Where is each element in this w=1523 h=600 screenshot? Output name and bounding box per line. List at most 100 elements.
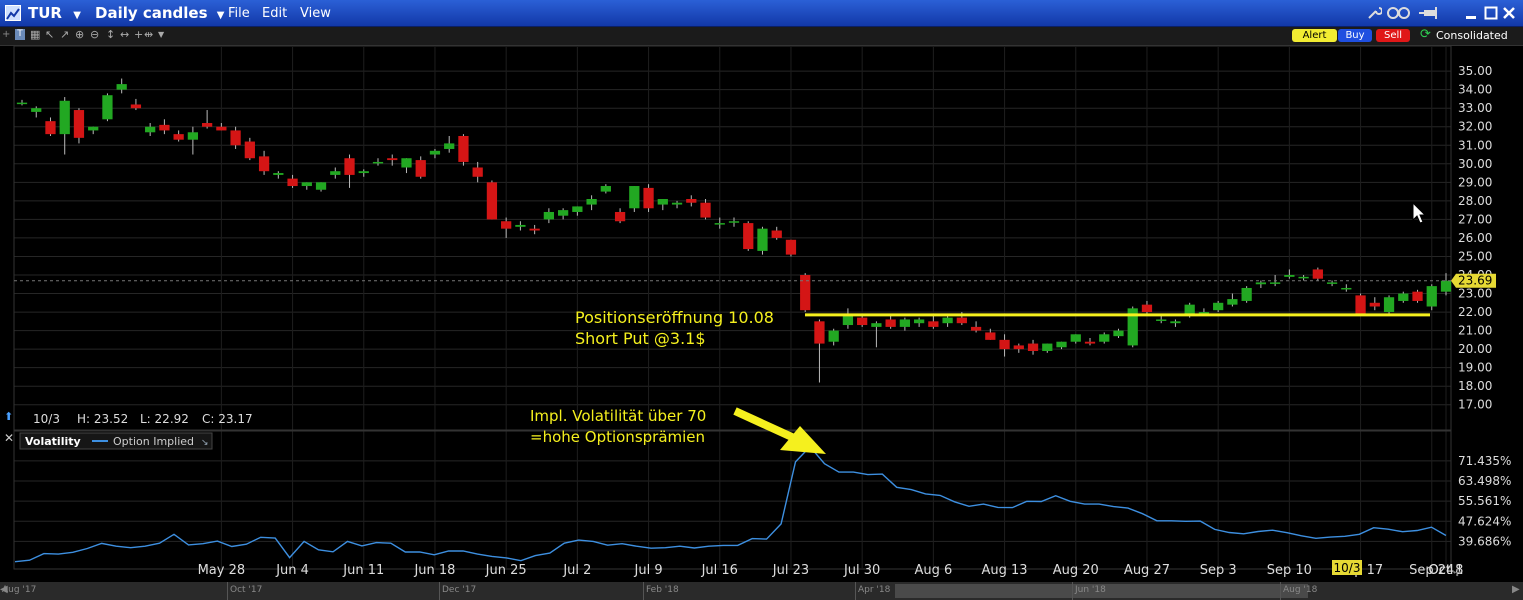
symbol-selector[interactable]: TUR ▼ xyxy=(28,4,81,22)
date-tick-label: Jul 30 xyxy=(843,563,880,578)
menu-edit[interactable]: Edit xyxy=(262,6,287,21)
timeline-label: Oct '17 xyxy=(230,585,263,595)
date-tick-label: Jul 2 xyxy=(562,563,591,578)
text-tool-icon[interactable]: T xyxy=(15,29,25,40)
menu-file[interactable]: File xyxy=(228,6,250,21)
annotation-high-premium: =hohe Optionsprämien xyxy=(530,428,705,446)
info-marker-icon: ⬆ xyxy=(4,410,13,423)
more-icon[interactable]: ▼ xyxy=(158,30,164,39)
annotation-short-put: Short Put @3.1$ xyxy=(575,329,706,348)
wrench-icon[interactable] xyxy=(1366,5,1383,25)
link-icon[interactable] xyxy=(1386,5,1412,25)
price-axis-labels: 17.0018.0019.0020.0021.0022.0023.0024.00… xyxy=(1458,64,1492,412)
candle-body xyxy=(1355,295,1366,314)
candle-body xyxy=(458,135,469,162)
chart-type-label: Daily candles xyxy=(95,4,208,22)
date-tick-label: Jun 4 xyxy=(275,563,309,578)
app-icon xyxy=(5,5,21,21)
candle-body xyxy=(771,230,782,238)
candle-body xyxy=(1312,269,1323,279)
price-tick-label: 34.00 xyxy=(1458,83,1492,97)
fit-icon[interactable]: ⇹ xyxy=(144,28,153,41)
candle-body xyxy=(1198,312,1210,314)
last-price-tag: 23.69 xyxy=(1451,273,1496,288)
candle-body xyxy=(1141,304,1153,313)
zoom-in-icon[interactable]: ⊕ xyxy=(75,28,84,41)
candle-body xyxy=(899,319,911,327)
candle-body xyxy=(714,223,725,225)
timeline-label: Feb '18 xyxy=(646,585,679,595)
candle-body xyxy=(301,182,312,187)
candle-body xyxy=(1227,299,1238,305)
candle-body xyxy=(59,100,70,135)
scroll-horizontal-icon[interactable]: ↔ xyxy=(120,28,129,41)
cross-icon[interactable]: + xyxy=(134,28,143,41)
date-tag-label: 10/3 xyxy=(1334,561,1361,575)
menu-view[interactable]: View xyxy=(300,6,331,21)
timeline-label: Aug '17 xyxy=(2,585,37,595)
candle-body xyxy=(501,221,512,229)
candle-body xyxy=(1241,287,1252,301)
zoom-out-icon[interactable]: ⊖ xyxy=(90,28,99,41)
candle-body xyxy=(785,239,797,255)
candle-body xyxy=(515,224,526,227)
volatility-tick-label: 47.624% xyxy=(1458,514,1511,528)
refresh-icon[interactable]: ⟳ xyxy=(1420,27,1431,42)
pointer-icon[interactable]: ↗ xyxy=(60,28,69,41)
wrench-svg xyxy=(1368,7,1383,19)
timeline-tick xyxy=(1280,582,1281,600)
buy-button[interactable]: Buy xyxy=(1338,29,1372,42)
date-tick-label: Aug 27 xyxy=(1124,563,1170,578)
close-icon[interactable] xyxy=(1502,5,1516,19)
candle-body xyxy=(743,223,754,250)
candle-body xyxy=(857,317,868,326)
legend-settings-icon[interactable]: ↘ xyxy=(201,438,209,448)
sell-button[interactable]: Sell xyxy=(1376,29,1410,42)
candle-body xyxy=(629,186,640,209)
candle-body xyxy=(1170,321,1181,324)
alert-button[interactable]: Alert xyxy=(1292,29,1337,42)
crosshair-icon[interactable]: + xyxy=(2,29,10,40)
timeline-scrollbar[interactable]: ◀ Aug '17 Oct '17 Dec '17 Feb '18 Apr '18 Jun… xyxy=(0,582,1523,600)
candle-body xyxy=(116,84,127,90)
chart-type-selector[interactable]: Daily candles ▼ xyxy=(95,4,224,22)
candle-body xyxy=(415,160,426,177)
draw-tool-icon[interactable]: ↖ xyxy=(45,28,54,41)
chart-canvas[interactable]: 17.0018.0019.0020.0021.0022.0023.0024.00… xyxy=(0,46,1523,582)
scroll-right-icon[interactable]: ▶ xyxy=(1512,584,1520,595)
candle-body xyxy=(372,161,384,164)
date-tick-label: Jun 11 xyxy=(342,563,384,578)
close-svg xyxy=(1503,7,1515,19)
price-tick-label: 18.00 xyxy=(1458,379,1492,393)
close-panel-icon[interactable]: ✕ xyxy=(4,431,14,445)
volatility-tick-label: 63.498% xyxy=(1458,474,1511,488)
candle-body xyxy=(145,126,156,133)
candle-body xyxy=(45,121,56,135)
candle-body xyxy=(358,171,369,174)
price-gridlines xyxy=(14,70,1451,406)
candle-body xyxy=(88,126,99,131)
minimize-icon[interactable] xyxy=(1464,5,1478,19)
price-tick-label: 29.00 xyxy=(1458,175,1492,189)
date-tick-label: Jun 18 xyxy=(413,563,455,578)
pin-icon[interactable] xyxy=(1418,5,1446,25)
candle-body xyxy=(614,211,626,222)
scroll-vertical-icon[interactable]: ↕ xyxy=(106,28,115,41)
candle-body xyxy=(643,187,654,209)
grid-icon[interactable]: ▦ xyxy=(30,28,40,41)
candle-body xyxy=(102,95,113,120)
price-tick-label: 20.00 xyxy=(1458,342,1492,356)
date-tick-label: Aug 6 xyxy=(914,563,952,578)
price-tick-label: 17.00 xyxy=(1458,398,1492,412)
price-tick-label: 21.00 xyxy=(1458,324,1492,338)
candle-body xyxy=(1099,334,1110,342)
volatility-title: Volatility xyxy=(25,435,81,448)
maximize-icon[interactable] xyxy=(1484,5,1498,20)
date-tick-label: Aug 13 xyxy=(982,563,1028,578)
candle-body xyxy=(1341,287,1352,290)
candle-body xyxy=(814,321,825,344)
candle-body xyxy=(700,202,711,218)
candle-body xyxy=(201,123,213,127)
vertical-gridlines xyxy=(220,47,1447,568)
candle-body xyxy=(1383,297,1395,313)
